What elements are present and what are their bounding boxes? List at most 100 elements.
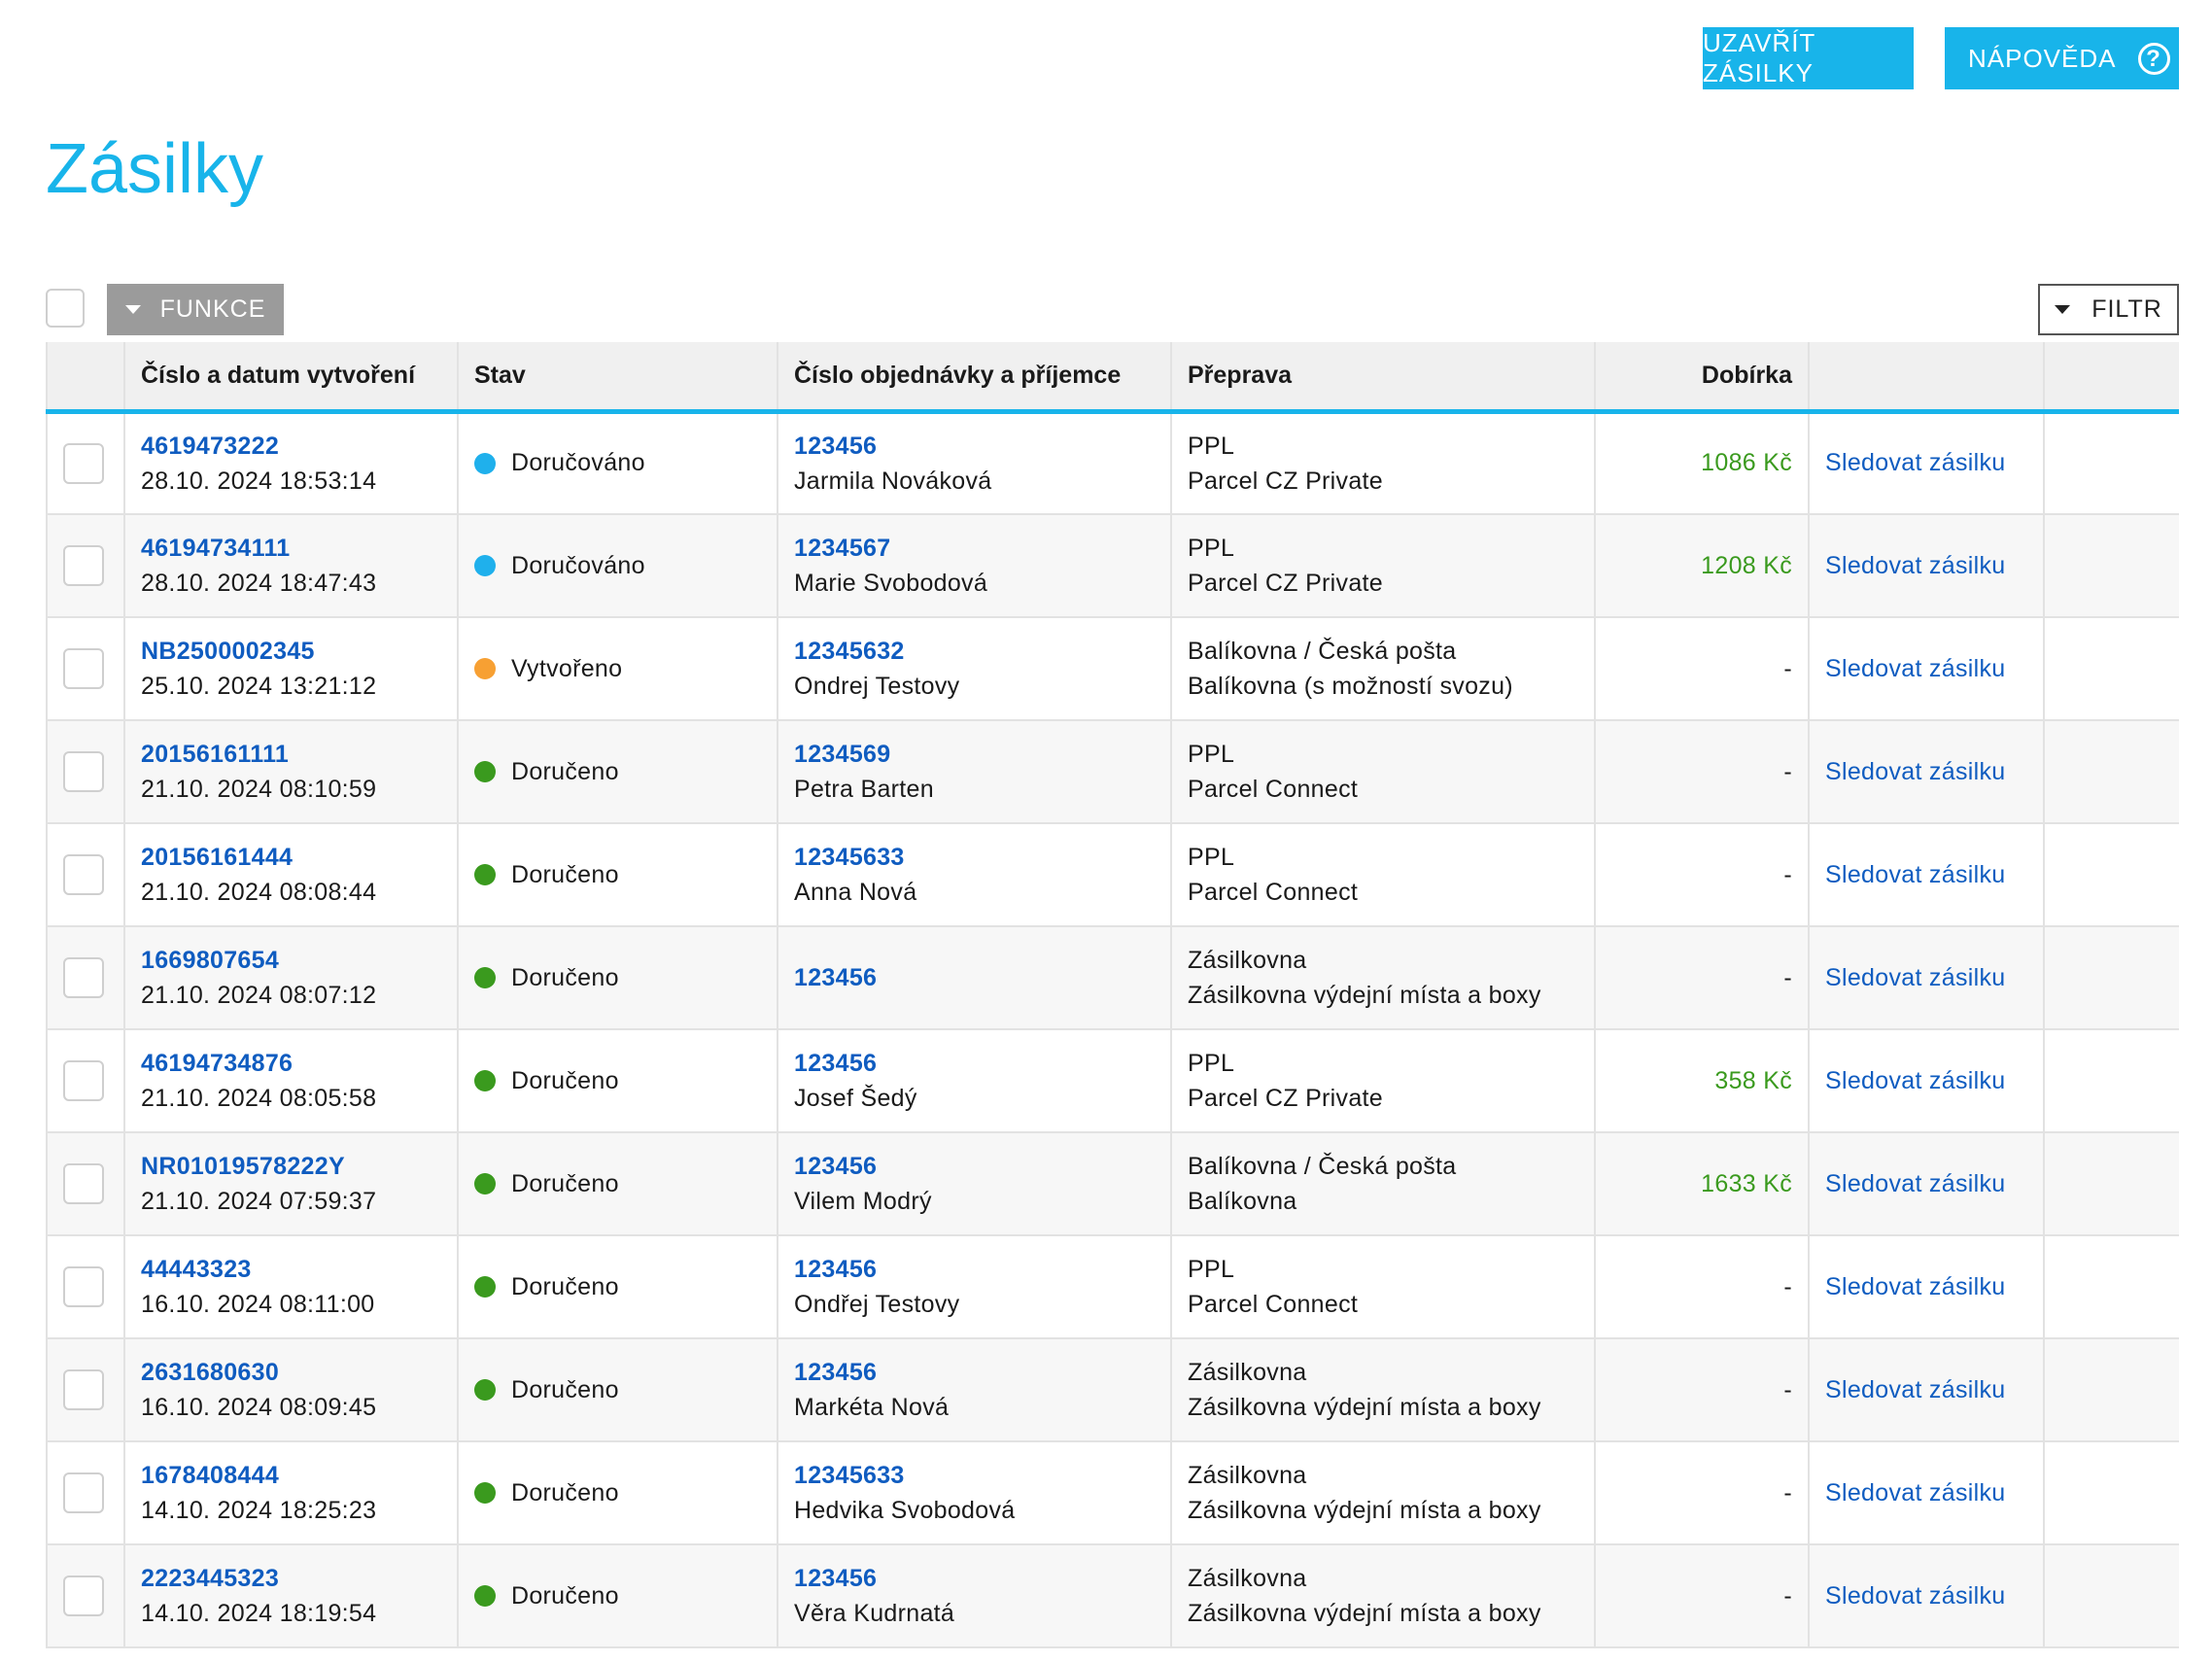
row-checkbox[interactable]: [63, 648, 104, 689]
created-date: 21.10. 2024 08:08:44: [141, 879, 377, 906]
created-date: 28.10. 2024 18:47:43: [141, 570, 377, 597]
row-checkbox[interactable]: [63, 854, 104, 895]
carrier-name: Zásilkovna: [1188, 1565, 1307, 1592]
track-shipment-link[interactable]: Sledovat zásilku: [1825, 964, 2005, 991]
row-checkbox[interactable]: [63, 1575, 104, 1616]
status-cell: Doručováno: [458, 411, 778, 515]
track-shipment-link[interactable]: Sledovat zásilku: [1825, 1273, 2005, 1300]
track-shipment-link[interactable]: Sledovat zásilku: [1825, 1067, 2005, 1094]
functions-dropdown-button[interactable]: FUNKCE: [107, 284, 284, 335]
help-button[interactable]: NÁPOVĚDA ?: [1945, 27, 2179, 89]
order-number-link[interactable]: 123456: [794, 429, 1155, 464]
row-checkbox[interactable]: [63, 1472, 104, 1513]
order-number-link[interactable]: 123456: [794, 1561, 1155, 1596]
row-checkbox[interactable]: [63, 1163, 104, 1204]
status-cell: Doručeno: [458, 1338, 778, 1442]
carrier-service: Parcel Connect: [1188, 879, 1359, 906]
row-checkbox[interactable]: [63, 957, 104, 998]
shipment-number-link[interactable]: 46194734876: [141, 1046, 441, 1081]
carrier-service: Balíkovna (s možností svozu): [1188, 673, 1513, 700]
table-row: 2223445323 14.10. 2024 18:19:54 Doručeno…: [46, 1544, 2179, 1648]
track-shipment-link[interactable]: Sledovat zásilku: [1825, 861, 2005, 888]
shipment-number-link[interactable]: 20156161444: [141, 840, 441, 875]
header-order-recipient[interactable]: Číslo objednávky a příjemce: [778, 342, 1172, 414]
shipment-number-link[interactable]: 2223445323: [141, 1561, 441, 1596]
order-recipient-cell: 123456 Vilem Modrý: [778, 1132, 1172, 1236]
carrier-cell: PPL Parcel Connect: [1171, 823, 1596, 927]
track-shipment-link[interactable]: Sledovat zásilku: [1825, 655, 2005, 682]
order-number-link[interactable]: 123456: [794, 1252, 1155, 1287]
carrier-cell: Balíkovna / Česká pošta Balíkovna: [1171, 1132, 1596, 1236]
cod-amount: 1633 Kč: [1701, 1169, 1792, 1197]
row-select-cell: [46, 926, 125, 1030]
track-shipment-link[interactable]: Sledovat zásilku: [1825, 1582, 2005, 1610]
header-track: [1809, 342, 2045, 414]
order-number-link[interactable]: 12345633: [794, 1458, 1155, 1493]
row-checkbox[interactable]: [63, 1266, 104, 1307]
status-cell: Doručeno: [458, 823, 778, 927]
status-label: Vytvořeno: [511, 654, 623, 682]
number-date-cell: NR01019578222Y 21.10. 2024 07:59:37: [124, 1132, 459, 1236]
help-label: NÁPOVĚDA: [1968, 43, 2117, 73]
order-recipient-cell: 123456: [778, 926, 1172, 1030]
row-checkbox[interactable]: [63, 751, 104, 792]
order-number-link[interactable]: 1234567: [794, 531, 1155, 566]
cod-amount: -: [1783, 757, 1792, 785]
header-number-date[interactable]: Číslo a datum vytvoření: [124, 342, 459, 414]
cod-cell: -: [1595, 823, 1810, 927]
track-shipment-link[interactable]: Sledovat zásilku: [1825, 1170, 2005, 1197]
order-number-link[interactable]: 123456: [794, 960, 1155, 995]
created-date: 21.10. 2024 07:59:37: [141, 1188, 377, 1215]
cod-amount: -: [1783, 963, 1792, 991]
row-select-cell: [46, 1338, 125, 1442]
track-shipment-link[interactable]: Sledovat zásilku: [1825, 552, 2005, 579]
caret-down-icon: [124, 305, 141, 314]
status-dot-icon: [474, 1070, 496, 1091]
carrier-service: Parcel CZ Private: [1188, 570, 1383, 597]
status: Doručeno: [474, 1273, 761, 1301]
order-number-link[interactable]: 123456: [794, 1149, 1155, 1184]
close-shipments-button[interactable]: UZAVŘÍT ZÁSILKY: [1703, 27, 1914, 89]
shipment-number-link[interactable]: NB2500002345: [141, 634, 441, 669]
shipment-number-link[interactable]: 2631680630: [141, 1355, 441, 1390]
header-carrier[interactable]: Přeprava: [1171, 342, 1596, 414]
shipment-number-link[interactable]: 1678408444: [141, 1458, 441, 1493]
order-number-link[interactable]: 123456: [794, 1046, 1155, 1081]
order-number-link[interactable]: 12345632: [794, 634, 1155, 669]
shipment-number-link[interactable]: 4619473222: [141, 429, 441, 464]
status-dot-icon: [474, 555, 496, 576]
status-dot-icon: [474, 1482, 496, 1504]
carrier-service: Parcel CZ Private: [1188, 467, 1383, 495]
shipment-number-link[interactable]: 44443323: [141, 1252, 441, 1287]
row-checkbox[interactable]: [63, 1369, 104, 1410]
carrier-cell: Zásilkovna Zásilkovna výdejní místa a bo…: [1171, 1338, 1596, 1442]
shipment-number-link[interactable]: NR01019578222Y: [141, 1149, 441, 1184]
order-recipient-cell: 12345632 Ondrej Testovy: [778, 617, 1172, 721]
shipment-number-link[interactable]: 20156161111: [141, 737, 441, 772]
order-recipient-cell: 123456 Jarmila Nováková: [778, 411, 1172, 515]
row-checkbox[interactable]: [63, 442, 104, 484]
filter-button[interactable]: FILTR: [2038, 284, 2179, 335]
row-select-cell: [46, 1441, 125, 1545]
shipment-number-link[interactable]: 1669807654: [141, 943, 441, 978]
order-number-link[interactable]: 1234569: [794, 737, 1155, 772]
carrier-service: Zásilkovna výdejní místa a boxy: [1188, 1394, 1541, 1421]
track-shipment-link[interactable]: Sledovat zásilku: [1825, 449, 2005, 476]
order-number-link[interactable]: 123456: [794, 1355, 1155, 1390]
track-shipment-link[interactable]: Sledovat zásilku: [1825, 758, 2005, 785]
shipment-number-link[interactable]: 46194734111: [141, 531, 441, 566]
header-cod[interactable]: Dobírka: [1595, 342, 1810, 414]
table-row: 20156161111 21.10. 2024 08:10:59 Doručen…: [46, 720, 2179, 824]
status: Doručeno: [474, 964, 761, 992]
row-checkbox[interactable]: [63, 545, 104, 586]
header-status[interactable]: Stav: [458, 342, 778, 414]
extra-cell: [2044, 1132, 2179, 1236]
carrier-cell: Zásilkovna Zásilkovna výdejní místa a bo…: [1171, 1441, 1596, 1545]
select-all-checkbox[interactable]: [46, 289, 85, 328]
shipments-page: UZAVŘÍT ZÁSILKY NÁPOVĚDA ? Zásilky FUNKC…: [0, 0, 2212, 1662]
carrier-name: Balíkovna / Česká pošta: [1188, 638, 1457, 665]
order-number-link[interactable]: 12345633: [794, 840, 1155, 875]
track-shipment-link[interactable]: Sledovat zásilku: [1825, 1376, 2005, 1403]
row-checkbox[interactable]: [63, 1060, 104, 1101]
track-shipment-link[interactable]: Sledovat zásilku: [1825, 1479, 2005, 1506]
